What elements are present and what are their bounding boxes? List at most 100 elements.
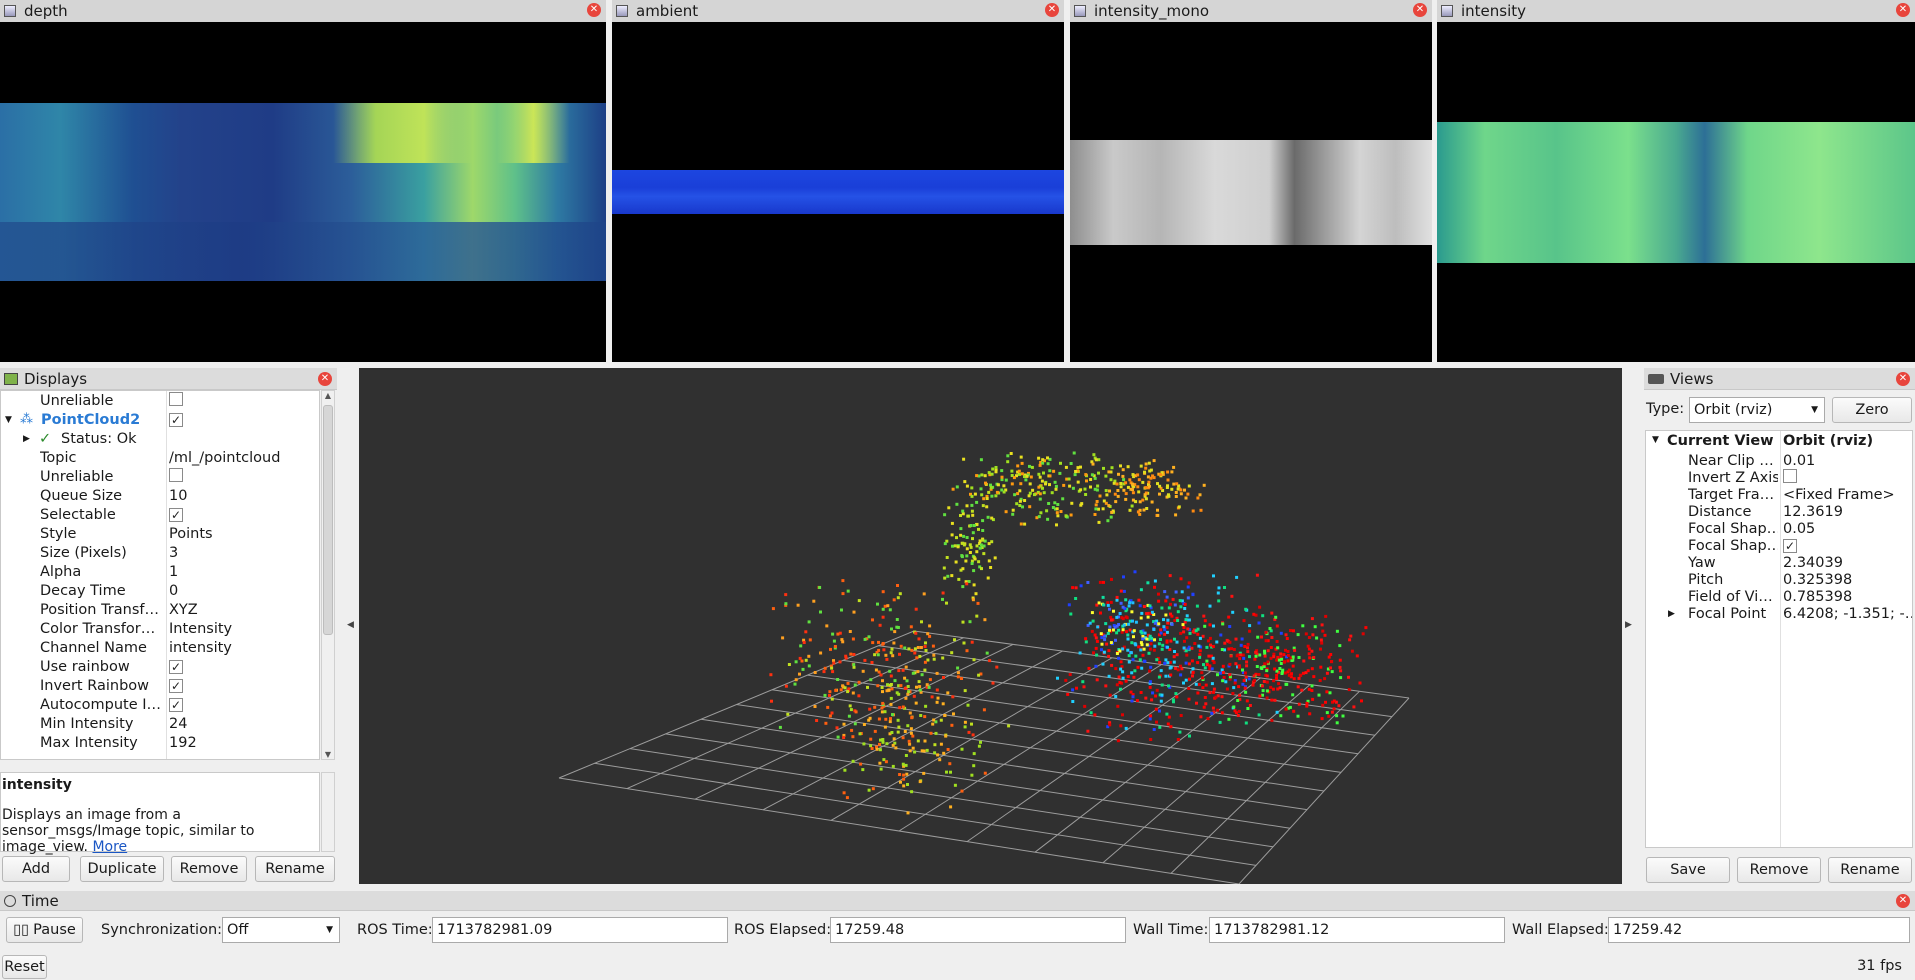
display-property-row[interactable]: ▼ ⁂ PointCloud2 ✓: [1, 410, 319, 429]
display-property-row[interactable]: Size (Pixels) 3: [1, 543, 319, 562]
property-value[interactable]: Points: [169, 526, 213, 542]
display-property-row[interactable]: Color Transfor… Intensity: [1, 619, 319, 638]
property-value[interactable]: 24: [169, 716, 187, 732]
display-property-row[interactable]: ▶ ✓ Status: Ok: [1, 429, 319, 448]
checkbox[interactable]: [1783, 468, 1797, 483]
pause-button[interactable]: ▯▯ Pause: [6, 917, 83, 943]
close-icon[interactable]: ✕: [587, 3, 601, 17]
property-value[interactable]: /ml_/pointcloud: [169, 450, 280, 466]
property-name: Style: [40, 525, 77, 542]
property-value[interactable]: 0.01: [1783, 453, 1815, 469]
scroll-up-icon[interactable]: ▲: [322, 391, 334, 400]
property-name: PointCloud2: [41, 411, 141, 428]
current-view-row[interactable]: ▼ Current View Orbit (rviz): [1646, 433, 1912, 451]
close-icon[interactable]: ✕: [1896, 894, 1910, 908]
display-property-row[interactable]: Queue Size 10: [1, 486, 319, 505]
close-icon[interactable]: ✕: [1896, 372, 1910, 386]
checkbox[interactable]: ✓: [169, 678, 183, 693]
property-value[interactable]: 12.3619: [1783, 504, 1843, 520]
property-value[interactable]: 0.785398: [1783, 589, 1852, 605]
time-titlebar: Time ✕: [0, 891, 1915, 911]
checkbox[interactable]: ✓: [169, 507, 183, 522]
property-value[interactable]: 0: [169, 583, 178, 599]
display-property-row[interactable]: Channel Name intensity: [1, 638, 319, 657]
sync-select[interactable]: Off ▼: [222, 917, 340, 943]
more-link[interactable]: More: [92, 839, 127, 855]
property-value[interactable]: 192: [169, 735, 197, 751]
display-property-row[interactable]: Use rainbow ✓: [1, 657, 319, 676]
display-property-row[interactable]: Unreliable: [1, 467, 319, 486]
expand-arrow-icon[interactable]: ▶: [1668, 609, 1675, 619]
remove-display-button[interactable]: Remove: [171, 856, 247, 882]
zero-button[interactable]: Zero: [1832, 397, 1912, 423]
checkbox[interactable]: ✓: [169, 659, 183, 674]
display-property-row[interactable]: Alpha 1: [1, 562, 319, 581]
close-icon[interactable]: ✕: [318, 372, 332, 386]
description-scrollbar[interactable]: [321, 772, 335, 852]
property-value[interactable]: XYZ: [169, 602, 198, 618]
property-value[interactable]: <Fixed Frame>: [1783, 487, 1895, 503]
property-value[interactable]: 0.05: [1783, 521, 1815, 537]
display-property-row[interactable]: Autocompute I… ✓: [1, 695, 319, 714]
add-display-button[interactable]: Add: [2, 856, 70, 882]
close-icon[interactable]: ✕: [1896, 3, 1910, 17]
display-property-row[interactable]: Style Points: [1, 524, 319, 543]
property-value[interactable]: 2.34039: [1783, 555, 1843, 571]
rename-display-button[interactable]: Rename: [255, 856, 335, 882]
view-property-row[interactable]: ▶ Focal Point 6.4208; -1.351; -…: [1646, 604, 1912, 623]
checkbox[interactable]: [169, 391, 183, 406]
property-name: Invert Z Axis: [1688, 469, 1778, 486]
display-property-row[interactable]: Position Transf… XYZ: [1, 600, 319, 619]
display-property-row[interactable]: Decay Time 0: [1, 581, 319, 600]
checkbox[interactable]: ✓: [1783, 538, 1797, 553]
displays-scrollbar[interactable]: ▲ ▼: [321, 390, 335, 760]
close-icon[interactable]: ✕: [1045, 3, 1059, 17]
panel-titlebar[interactable]: intensity_mono: [1070, 0, 1432, 22]
display-property-row[interactable]: Invert Rainbow ✓: [1, 676, 319, 695]
collapse-right-icon[interactable]: ▶: [1625, 620, 1632, 630]
wall-elapsed-field[interactable]: 17259.42: [1608, 917, 1910, 943]
collapse-left-icon[interactable]: ◀: [347, 620, 354, 630]
checkmark-icon: ✓: [39, 430, 52, 447]
expand-arrow-icon[interactable]: ▼: [5, 415, 12, 425]
property-value[interactable]: 0.325398: [1783, 572, 1852, 588]
duplicate-display-button[interactable]: Duplicate: [80, 856, 164, 882]
fps-counter: 31 fps: [1857, 958, 1902, 974]
rename-view-button[interactable]: Rename: [1828, 857, 1912, 883]
ambient-image-panel: ambient ✕: [612, 0, 1064, 362]
property-value[interactable]: 1: [169, 564, 178, 580]
display-property-row[interactable]: Selectable ✓: [1, 505, 319, 524]
save-view-button[interactable]: Save: [1646, 857, 1730, 883]
property-value[interactable]: 3: [169, 545, 178, 561]
display-property-row[interactable]: Unreliable: [1, 391, 319, 410]
display-property-row[interactable]: Min Intensity 24: [1, 714, 319, 733]
dropdown-arrow-icon: ▼: [1811, 405, 1818, 415]
ros-time-field[interactable]: 1713782981.09: [432, 917, 728, 943]
expand-arrow-icon[interactable]: ▶: [23, 434, 30, 444]
scrollbar-thumb[interactable]: [323, 405, 333, 635]
close-icon[interactable]: ✕: [1413, 3, 1427, 17]
displays-icon: [4, 372, 18, 385]
view-type-select[interactable]: Orbit (rviz) ▼: [1689, 397, 1825, 423]
display-property-row[interactable]: Max Intensity 192: [1, 733, 319, 752]
property-value[interactable]: intensity: [169, 640, 232, 656]
checkbox[interactable]: ✓: [169, 412, 183, 427]
viewport-canvas[interactable]: [359, 368, 1622, 884]
panel-titlebar[interactable]: intensity: [1437, 0, 1915, 22]
expand-arrow-icon[interactable]: ▼: [1652, 435, 1659, 445]
checkbox[interactable]: ✓: [169, 697, 183, 712]
wall-time-field[interactable]: 1713782981.12: [1209, 917, 1505, 943]
panel-titlebar[interactable]: ambient: [612, 0, 1064, 22]
property-value[interactable]: Intensity: [169, 621, 232, 637]
render-viewport[interactable]: [359, 368, 1622, 884]
panel-titlebar[interactable]: depth: [0, 0, 606, 22]
scroll-down-icon[interactable]: ▼: [322, 750, 334, 759]
display-property-row[interactable]: Topic/ml_/pointcloud: [1, 448, 319, 467]
ros-elapsed-field[interactable]: 17259.48: [830, 917, 1126, 943]
property-name: Channel Name: [40, 639, 147, 656]
property-value[interactable]: 6.4208; -1.351; -…: [1783, 606, 1912, 622]
property-value[interactable]: 10: [169, 488, 187, 504]
checkbox[interactable]: [169, 467, 183, 482]
reset-button[interactable]: Reset: [2, 955, 47, 979]
remove-view-button[interactable]: Remove: [1737, 857, 1821, 883]
